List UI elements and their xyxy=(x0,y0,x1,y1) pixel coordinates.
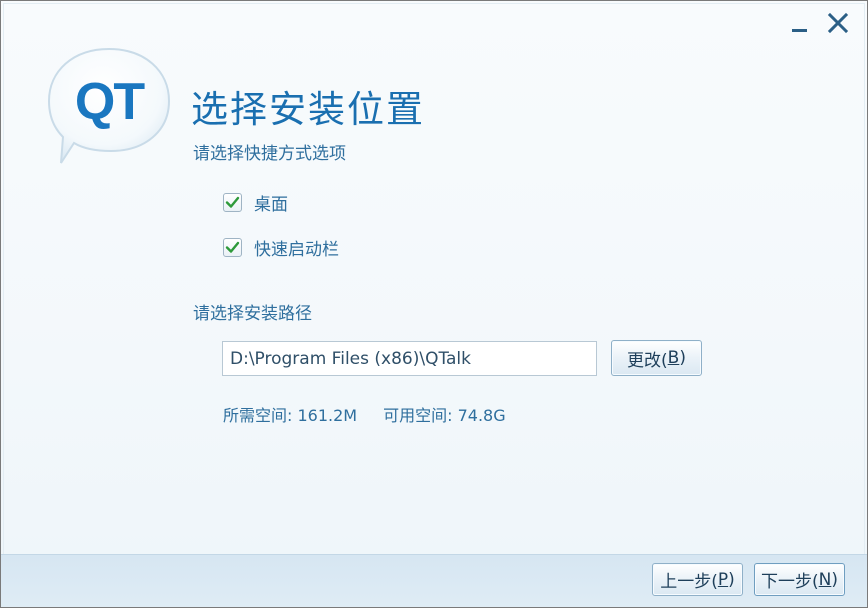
quicklaunch-shortcut-checkbox[interactable] xyxy=(223,237,242,257)
previous-button[interactable]: 上一步(P) xyxy=(652,563,743,596)
logo-text: QT xyxy=(75,73,145,131)
quicklaunch-shortcut-label: 快速启动栏 xyxy=(254,239,339,260)
disk-space-info: 所需空间: 161.2M 可用空间: 74.8G xyxy=(223,402,506,426)
available-space-value: 74.8G xyxy=(457,406,506,425)
available-space-label: 可用空间: xyxy=(383,406,458,425)
next-button[interactable]: 下一步(N) xyxy=(754,563,845,596)
desktop-shortcut-checkbox[interactable] xyxy=(223,192,242,212)
shortcut-options-subtitle: 请选择快捷方式选项 xyxy=(193,144,346,164)
close-icon[interactable] xyxy=(825,11,851,37)
installer-window: QT 选择安装位置 请选择快捷方式选项 桌面 快速启动栏 请选择安装路径 更改(… xyxy=(0,0,868,608)
qtalk-logo-icon: QT xyxy=(41,43,176,168)
required-space-value: 161.2M xyxy=(297,406,358,425)
checkmark-icon xyxy=(225,196,240,208)
change-path-button[interactable]: 更改(B) xyxy=(611,340,702,376)
minimize-icon[interactable] xyxy=(787,11,813,37)
desktop-shortcut-label: 桌面 xyxy=(254,194,288,215)
required-space-label: 所需空间: xyxy=(223,406,298,425)
quicklaunch-shortcut-option[interactable]: 快速启动栏 xyxy=(223,235,339,260)
install-path-label: 请选择安装路径 xyxy=(193,304,312,324)
page-title: 选择安装位置 xyxy=(191,88,425,131)
checkmark-icon xyxy=(225,241,240,253)
desktop-shortcut-option[interactable]: 桌面 xyxy=(223,190,288,215)
install-path-input[interactable] xyxy=(222,341,597,376)
